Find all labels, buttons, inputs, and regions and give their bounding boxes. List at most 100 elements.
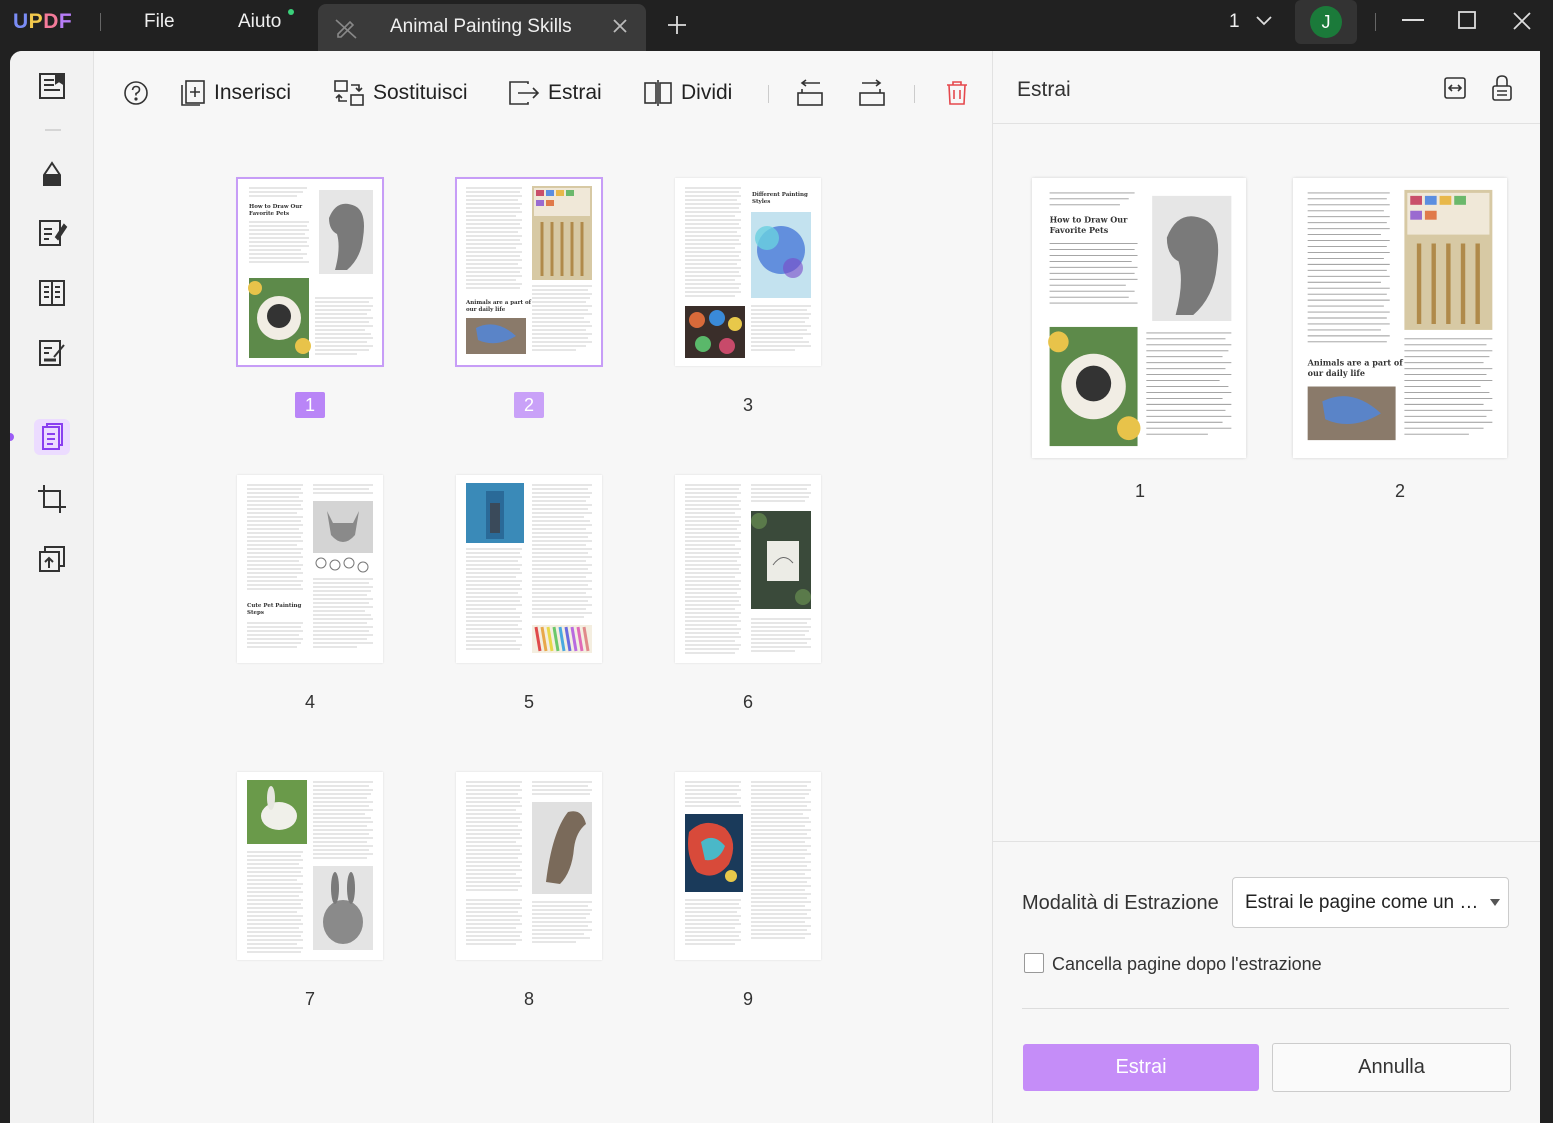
page-label-1: 1 [295, 392, 325, 418]
toolbar-separator-2 [914, 85, 915, 103]
reader-icon[interactable] [34, 69, 70, 105]
preview-page-2-image: Animals are a part of our daily life [1307, 189, 1493, 441]
page-label-8: 8 [523, 989, 534, 1009]
extract-panel: Estrai How to Draw Our Favorite Pets 1 A… [992, 51, 1540, 1123]
svg-text:our daily life: our daily life [466, 307, 506, 313]
page-label-9: 9 [742, 989, 753, 1009]
page-thumbnail-7[interactable] [237, 772, 383, 960]
extraction-mode-select[interactable]: Estrai le pagine come un uni... [1232, 877, 1509, 928]
page-8-preview [466, 781, 592, 945]
page-thumbnail-2[interactable]: Animals are a part of our daily life [455, 177, 603, 367]
organize-pages-icon [42, 423, 63, 450]
svg-text:Favorite Pets: Favorite Pets [249, 211, 289, 217]
new-tab-icon[interactable] [666, 14, 688, 36]
insert-label: Inserisci [214, 81, 292, 104]
rotate-left-icon[interactable] [796, 79, 824, 107]
page-thumbnail-6[interactable] [675, 475, 821, 663]
tab-title: Animal Painting Skills [390, 16, 572, 37]
preview-thumbnail-2: Animals are a part of our daily life [1293, 178, 1507, 458]
chevron-down-icon [1256, 16, 1272, 26]
edit-off-icon [335, 19, 357, 39]
fit-width-icon[interactable] [1443, 76, 1467, 100]
toolbar-separator [768, 85, 769, 103]
extract-label: Estrai [548, 81, 602, 104]
form-icon[interactable] [34, 275, 70, 311]
page-label-5: 5 [523, 692, 534, 712]
sign-icon[interactable] [34, 335, 70, 371]
split-label: Dividi [681, 81, 733, 104]
page-selector[interactable]: 1 [1229, 11, 1273, 33]
replace-label: Sostituisci [373, 81, 468, 104]
replace-button[interactable]: Sostituisci [333, 77, 468, 109]
page-7-preview [247, 780, 373, 953]
insert-button[interactable]: Inserisci [180, 77, 291, 109]
svg-text:Styles: Styles [752, 199, 770, 205]
delete-after-checkbox[interactable] [1024, 953, 1044, 973]
replace-icon [334, 80, 364, 106]
preview-thumbnail-1: How to Draw Our Favorite Pets [1032, 178, 1246, 458]
page-2-preview: Animals are a part of our daily life [465, 186, 592, 354]
svg-text:Favorite Pets: Favorite Pets [1050, 225, 1109, 235]
svg-text:How to Draw Our: How to Draw Our [249, 204, 302, 210]
extraction-mode-label: Modalità di Estrazione [1022, 892, 1219, 914]
svg-text:Animals are a part of: Animals are a part of [465, 300, 532, 306]
batch-icon[interactable] [34, 541, 70, 577]
help-icon[interactable] [123, 80, 149, 106]
page-thumbnail-9[interactable] [675, 772, 821, 960]
page-3-preview: Different Painting Styles [685, 187, 811, 358]
highlighter-icon[interactable] [34, 155, 70, 191]
window-separator [1375, 13, 1376, 31]
crop-icon[interactable] [34, 481, 70, 517]
page-label-4: 4 [304, 692, 315, 712]
close-window-icon[interactable] [1512, 11, 1532, 31]
page-label-2: 2 [514, 392, 544, 418]
left-sidebar [10, 51, 94, 1123]
sidebar-divider [45, 129, 61, 131]
split-button[interactable]: Dividi [643, 77, 732, 109]
svg-text:Animals are a part of: Animals are a part of [1307, 358, 1404, 368]
svg-text:Cute Pet Painting: Cute Pet Painting [247, 603, 302, 609]
actions-divider [1022, 1008, 1509, 1009]
page-label-7: 7 [304, 989, 315, 1009]
avatar: J [1310, 6, 1342, 38]
page-thumbnail-8[interactable] [456, 772, 602, 960]
page-thumbnail-4[interactable]: Cute Pet Painting Steps [237, 475, 383, 663]
extract-confirm-button[interactable]: Estrai [1023, 1044, 1259, 1091]
dropdown-arrow-icon [1490, 899, 1500, 906]
lock-icon[interactable] [1491, 74, 1513, 102]
account-button[interactable]: J [1295, 0, 1357, 44]
svg-text:Steps: Steps [247, 610, 264, 616]
organize-pages-button[interactable] [34, 419, 70, 455]
page-4-preview: Cute Pet Painting Steps [247, 484, 373, 648]
panel-title: Estrai [1017, 78, 1071, 101]
preview-page-1-image: How to Draw Our Favorite Pets [1048, 192, 1232, 447]
page-organizer: Inserisci Sostituisci Estrai Dividi How … [94, 51, 991, 1123]
page-thumbnail-5[interactable] [456, 475, 602, 663]
page-thumbnail-3[interactable]: Different Painting Styles [675, 178, 821, 366]
edit-pdf-icon[interactable] [34, 215, 70, 251]
extract-icon [509, 81, 540, 105]
maximize-icon[interactable] [1458, 11, 1476, 29]
page-thumbnail-1[interactable]: How to Draw Our Favorite Pets [236, 177, 384, 367]
menu-help[interactable]: Aiuto [238, 11, 281, 33]
insert-icon [181, 80, 205, 106]
minimize-icon[interactable] [1402, 18, 1424, 22]
menu-file[interactable]: File [144, 11, 175, 33]
delete-after-label[interactable]: Cancella pagine dopo l'estrazione [1052, 954, 1322, 975]
extract-button[interactable]: Estrai [508, 77, 602, 109]
svg-text:Different Painting: Different Painting [752, 192, 808, 198]
document-tab[interactable]: Animal Painting Skills [318, 4, 646, 51]
page-1-preview: How to Draw Our Favorite Pets [248, 187, 373, 358]
extraction-mode-value: Estrai le pagine come un uni... [1245, 892, 1480, 913]
trash-icon[interactable] [945, 80, 969, 106]
close-tab-icon[interactable] [610, 16, 630, 36]
page-label-6: 6 [742, 692, 753, 712]
page-6-preview [685, 484, 811, 654]
cancel-button[interactable]: Annulla [1272, 1043, 1511, 1092]
notification-dot [288, 9, 294, 15]
panel-header-divider [993, 123, 1540, 124]
title-bar: UPDF File Aiuto Animal Painting Skills 1… [0, 0, 1553, 51]
preview-label-2: 2 [1395, 481, 1406, 501]
rotate-right-icon[interactable] [858, 79, 886, 107]
page-5-preview [466, 483, 592, 653]
